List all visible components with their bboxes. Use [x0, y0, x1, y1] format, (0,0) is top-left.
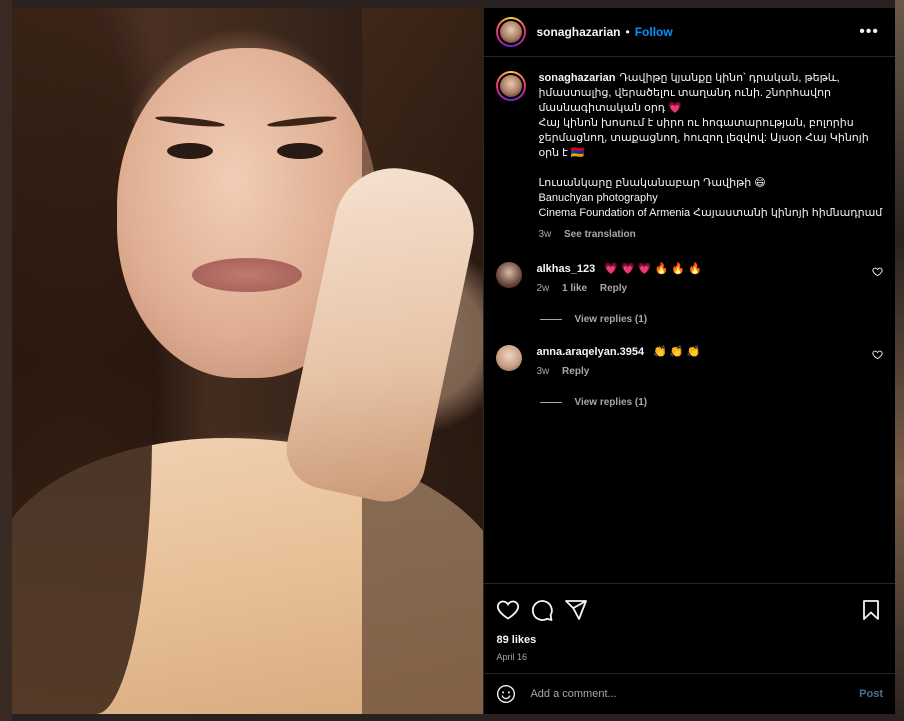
caption-text: sonaghazarian Դավիթը կյանքը կինո՝ դրական,…: [538, 71, 883, 242]
photo-hair-left: [12, 8, 152, 714]
post-modal: sonaghazarian • Follow ••• sonaghazarian…: [12, 8, 895, 714]
comment-icon[interactable]: [530, 598, 554, 622]
view-replies-label: View replies (1): [574, 314, 648, 325]
comment-likes-count[interactable]: 1 like: [562, 283, 587, 294]
caption-line-5[interactable]: Banuchyan photography: [538, 191, 883, 206]
comment-like-icon[interactable]: [872, 266, 883, 280]
caption-avatar[interactable]: [496, 71, 527, 101]
photo-brow-left: [154, 114, 226, 129]
caption-meta: 3w See translation: [538, 227, 883, 242]
caption-line-2: Հայ կինոն խոսում է սիրո ու հոգատարության…: [538, 117, 869, 159]
comment-avatar[interactable]: [496, 262, 523, 288]
comment-like-icon[interactable]: [872, 349, 883, 363]
post-caption: sonaghazarian Դավիթը կյանքը կինո՝ դրական,…: [484, 57, 895, 242]
comment-age: 2w: [536, 283, 550, 294]
comment-item: anna.araqelyan.3954 👏 👏 👏 3w Reply: [484, 325, 895, 377]
photo-eye-left: [167, 143, 213, 159]
comment-age: 3w: [536, 366, 550, 377]
background-left-strip: [0, 0, 12, 721]
comment-item: alkhas_123 💗 💗 💗 🔥 🔥 🔥 2w 1 like Reply: [484, 242, 895, 294]
view-replies-label: View replies (1): [574, 397, 648, 408]
heart-icon[interactable]: [496, 598, 520, 622]
share-icon[interactable]: [564, 598, 588, 622]
comment-text: 💗 💗 💗 🔥 🔥 🔥: [604, 263, 702, 275]
comments-scroll-area[interactable]: sonaghazarian Դավիթը կյանքը կինո՝ դրական,…: [484, 57, 895, 584]
caption-age: 3w: [538, 229, 552, 240]
action-bar: [496, 598, 883, 622]
view-replies-button[interactable]: View replies (1): [540, 314, 895, 325]
caption-line-6[interactable]: Cinema Foundation of Armenia Հայաստանի կ…: [538, 206, 883, 221]
caption-line-blank: [538, 161, 883, 176]
likes-count[interactable]: 89 likes: [496, 634, 536, 646]
caption-line-4: Լուսանկարը բնականաբար Դավիթի 😄: [538, 177, 766, 189]
photo-eye-right: [277, 143, 323, 159]
separator-dot: •: [625, 25, 630, 39]
bookmark-icon[interactable]: [859, 598, 883, 622]
add-comment-input[interactable]: [528, 687, 860, 701]
reply-button[interactable]: Reply: [562, 366, 589, 377]
comment-username[interactable]: anna.araqelyan.3954: [536, 346, 644, 358]
comment-username[interactable]: alkhas_123: [536, 263, 595, 275]
comment-avatar[interactable]: [496, 345, 523, 371]
author-username[interactable]: sonaghazarian: [536, 25, 620, 39]
post-comment-button[interactable]: Post: [859, 688, 883, 700]
post-date[interactable]: April 16: [496, 652, 527, 662]
photo-brow-right: [266, 114, 338, 129]
follow-button[interactable]: Follow: [635, 25, 673, 39]
view-replies-button[interactable]: View replies (1): [540, 397, 895, 408]
reply-button[interactable]: Reply: [600, 283, 627, 294]
background-right-strip: [895, 0, 904, 721]
photo-lips: [192, 258, 302, 292]
comment-text: 👏 👏 👏: [653, 346, 701, 358]
more-icon[interactable]: •••: [859, 23, 883, 41]
post-header: sonaghazarian • Follow •••: [484, 8, 895, 57]
caption-username[interactable]: sonaghazarian: [538, 72, 615, 84]
emoji-icon[interactable]: [496, 684, 516, 704]
post-side-panel: sonaghazarian • Follow ••• sonaghazarian…: [483, 8, 895, 714]
see-translation-link[interactable]: See translation: [564, 229, 636, 240]
author-avatar[interactable]: [496, 17, 527, 47]
add-comment-bar: Post: [484, 673, 895, 714]
actions-divider: [484, 583, 895, 584]
post-photo[interactable]: [12, 8, 484, 714]
